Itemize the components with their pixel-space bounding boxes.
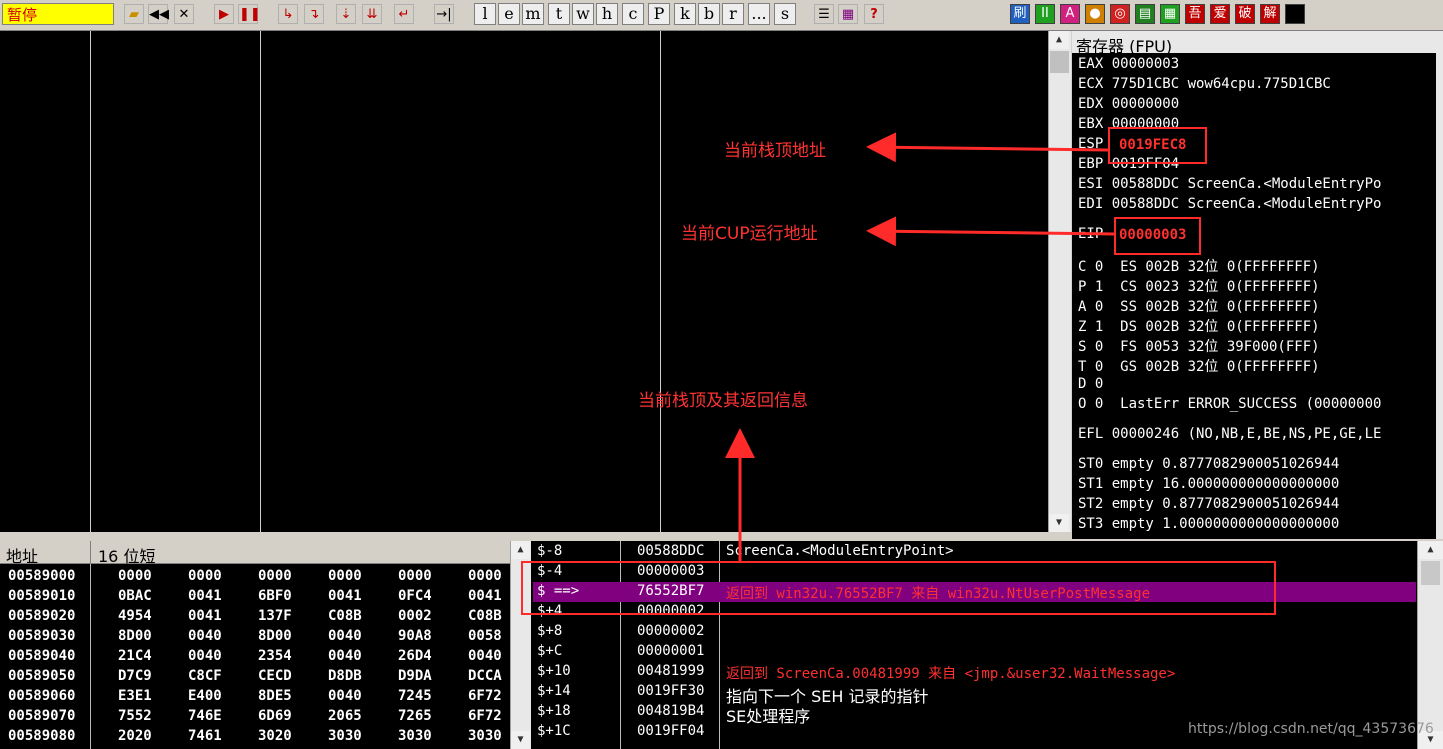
esp-arrow [866,132,1109,163]
eip-arrow [866,216,1115,247]
eip-annotation: 当前CUP运行地址 [681,224,818,244]
stack-annotation: 当前栈顶及其返回信息 [638,391,808,411]
annotation-arrows [725,132,1115,561]
watermark: https://blog.csdn.net/qq_43573676 [1188,721,1434,737]
esp-annotation: 当前栈顶地址 [724,141,826,161]
